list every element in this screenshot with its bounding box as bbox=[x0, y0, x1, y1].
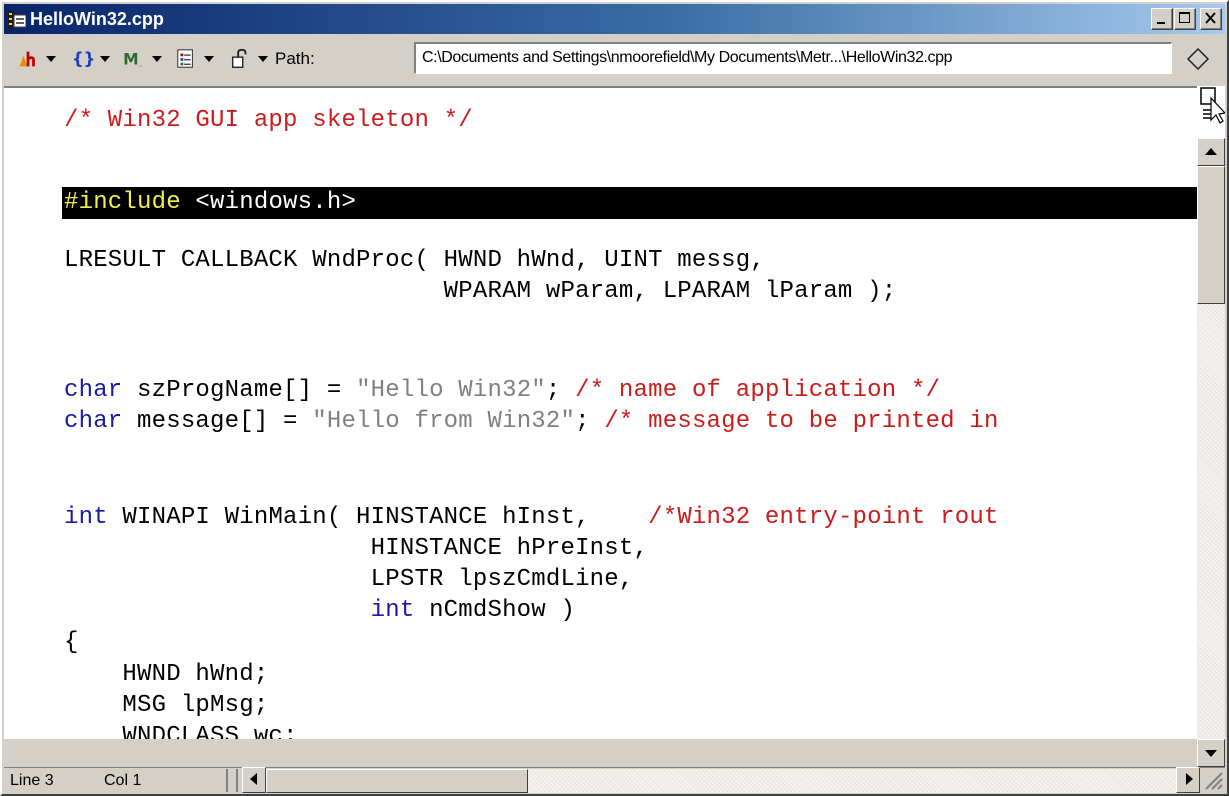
path-label: Path: bbox=[275, 49, 315, 68]
bookmark-dropdown-arrow[interactable] bbox=[152, 56, 162, 62]
code-line-5: LRESULT CALLBACK WndProc( HWND hWnd, UIN… bbox=[64, 247, 765, 274]
splitter-grip[interactable] bbox=[1197, 86, 1227, 138]
line-indicator: Line 3 bbox=[10, 772, 54, 789]
code-editor[interactable]: /* Win32 GUI app skeleton */ #include <w… bbox=[4, 86, 1197, 739]
arrow-down-icon bbox=[1205, 750, 1217, 757]
code-line-15: LPSTR lpszCmdLine, bbox=[64, 566, 634, 593]
arrow-left-icon bbox=[250, 773, 257, 785]
code-line-16: int nCmdShow ) bbox=[370, 597, 576, 624]
code-line-18: HWND hWnd; bbox=[64, 661, 269, 688]
resize-grip-icon[interactable] bbox=[1202, 769, 1224, 791]
code-line-9: char szProgName[] = "Hello Win32"; /* na… bbox=[64, 377, 941, 404]
code-line-6: WPARAM wParam, LPARAM lParam ); bbox=[64, 278, 897, 305]
path-field[interactable]: C:\Documents and Settings\nmoorefield\My… bbox=[414, 42, 1172, 74]
braces-icon[interactable]: {} bbox=[70, 48, 94, 70]
minimize-button[interactable] bbox=[1151, 8, 1173, 30]
maximize-button[interactable] bbox=[1174, 8, 1196, 30]
code-line-1: /* Win32 GUI app skeleton */ bbox=[64, 107, 473, 134]
scroll-left-button[interactable] bbox=[242, 767, 266, 793]
svg-text:..: .. bbox=[138, 59, 143, 68]
code-line-3: #include <windows.h> bbox=[64, 189, 357, 216]
scroll-up-button[interactable] bbox=[1197, 138, 1225, 166]
toolbar: {} M .. Path: C:\Documents and Settings\… bbox=[4, 36, 1225, 82]
status-bar: Line 3 Col 1 bbox=[4, 767, 1225, 794]
lock-dropdown-arrow[interactable] bbox=[258, 56, 268, 62]
code-line-10: char message[] = "Hello from Win32"; /* … bbox=[64, 408, 999, 435]
arrow-up-icon bbox=[1205, 148, 1217, 155]
list-icon[interactable] bbox=[174, 48, 198, 70]
scroll-right-button[interactable] bbox=[1176, 767, 1200, 793]
arrow-right-icon bbox=[1186, 773, 1193, 785]
column-indicator: Col 1 bbox=[104, 772, 142, 789]
window-title: HelloWin32.cpp bbox=[30, 9, 164, 29]
code-line-13: int WINAPI WinMain( HINSTANCE hInst, /*W… bbox=[64, 504, 999, 531]
bookmark-m-icon[interactable]: M .. bbox=[122, 48, 148, 70]
diamond-icon[interactable] bbox=[1186, 47, 1210, 71]
function-dropdown-arrow[interactable] bbox=[46, 56, 56, 62]
code-line-20: WNDCLASS wc; bbox=[64, 723, 298, 739]
svg-text:M: M bbox=[123, 51, 139, 69]
scroll-down-button[interactable] bbox=[1197, 739, 1225, 767]
function-icon[interactable] bbox=[16, 48, 40, 70]
editor-window: HelloWin32.cpp {} M .. Path: C:\Document… bbox=[0, 0, 1229, 796]
list-dropdown-arrow[interactable] bbox=[204, 56, 214, 62]
lock-icon[interactable] bbox=[228, 48, 252, 70]
close-button[interactable] bbox=[1200, 8, 1222, 30]
title-bar[interactable]: HelloWin32.cpp bbox=[4, 4, 1225, 34]
close-icon bbox=[1205, 12, 1216, 24]
cursor-arrow-icon bbox=[1200, 87, 1227, 124]
code-line-19: MSG lpMsg; bbox=[64, 692, 269, 719]
vertical-scroll-thumb[interactable] bbox=[1197, 166, 1225, 304]
document-icon bbox=[8, 11, 26, 29]
horizontal-scroll-thumb[interactable] bbox=[266, 769, 528, 793]
svg-text:{}: {} bbox=[72, 50, 94, 69]
maximize-icon bbox=[1179, 12, 1190, 23]
code-line-14: HINSTANCE hPreInst, bbox=[64, 535, 649, 562]
minimize-icon bbox=[1157, 22, 1165, 24]
braces-dropdown-arrow[interactable] bbox=[100, 56, 110, 62]
code-line-17: { bbox=[64, 629, 79, 656]
